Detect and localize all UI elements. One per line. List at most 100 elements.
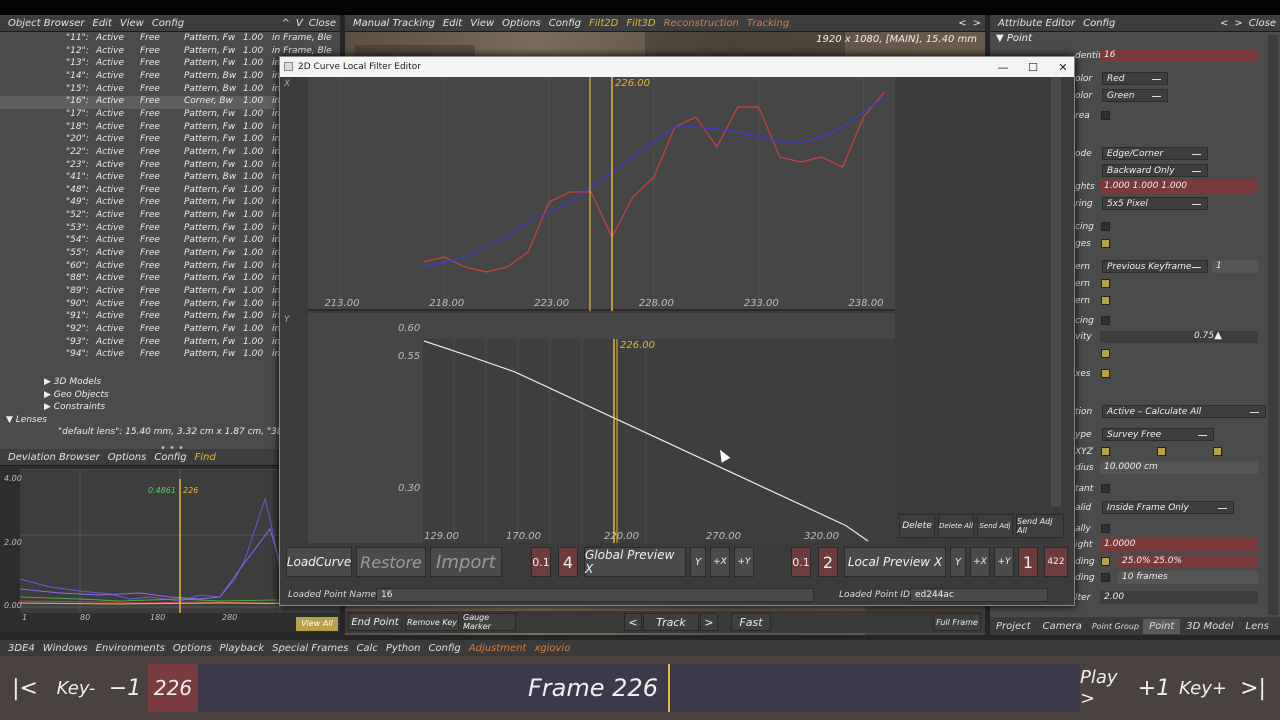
prev-arrow[interactable]: < [958, 18, 966, 29]
menu-config[interactable]: Config [429, 643, 461, 654]
section-point[interactable]: ▼ Point [996, 33, 1032, 44]
delete-all-button[interactable]: Delete All [938, 514, 974, 538]
key-prev-button[interactable]: Key- [50, 664, 102, 712]
close-button[interactable]: Close [1249, 18, 1276, 29]
tree-3d-models[interactable]: ▶ 3D Models [44, 377, 101, 387]
local-number[interactable]: 2 [818, 547, 838, 577]
global-y-button[interactable]: Y [690, 547, 706, 577]
identifier-field[interactable]: 16 [1100, 49, 1258, 62]
maximize-icon[interactable]: ☐ [1018, 57, 1048, 77]
survey-dropdown[interactable]: Survey Free [1102, 428, 1214, 441]
cing-checkbox[interactable] [1101, 222, 1110, 231]
next-arrow[interactable]: > [1234, 18, 1242, 29]
gauge-marker-button[interactable]: Gauge Marker [462, 613, 516, 631]
menu-python[interactable]: Python [386, 643, 421, 654]
local-plus-y-button[interactable]: +Y [994, 547, 1014, 577]
menu-view[interactable]: View [120, 18, 144, 29]
ern-checkbox[interactable] [1101, 279, 1110, 288]
play-button[interactable]: Play > [1080, 664, 1130, 712]
area-checkbox[interactable] [1101, 111, 1110, 120]
radius-field[interactable]: 10.0000 cm [1100, 461, 1258, 474]
menu-tracking[interactable]: Tracking [747, 18, 789, 29]
menu-config[interactable]: Config [549, 18, 581, 29]
local-one-button[interactable]: 1 [1018, 547, 1038, 577]
menu-options[interactable]: Options [502, 18, 541, 29]
dialog-scrollbar[interactable] [1051, 77, 1061, 507]
loaded-point-name-field[interactable]: 16 [376, 588, 814, 602]
fast-button[interactable]: Fast [731, 613, 771, 631]
xyz-checkbox[interactable] [1213, 447, 1222, 456]
local-preview-x-button[interactable]: Local Preview X [844, 547, 946, 577]
end-point-button[interactable]: End Point [348, 613, 402, 631]
minus-one-button[interactable]: −1 [102, 664, 148, 712]
menu-options[interactable]: Options [173, 643, 212, 654]
menu-3de4[interactable]: 3DE4 [8, 643, 35, 654]
local-y-button[interactable]: Y [950, 547, 966, 577]
load-curve-button[interactable]: LoadCurve [286, 547, 352, 577]
global-plus-x-button[interactable]: +X [710, 547, 730, 577]
key-next-button[interactable]: Key+ [1178, 664, 1228, 712]
weight-field[interactable]: 1.0000 [1100, 538, 1258, 551]
menu-windows[interactable]: Windows [43, 643, 88, 654]
ally-checkbox[interactable] [1101, 524, 1110, 533]
track-back-button[interactable]: < [624, 613, 642, 631]
menu-xgiovio[interactable]: xgiovio [534, 643, 570, 654]
first-frame-button[interactable]: |< [0, 664, 50, 712]
remove-key-button[interactable]: Remove Key [405, 613, 459, 631]
local-step[interactable]: 0.1 [791, 547, 811, 577]
menu-edit[interactable]: Edit [93, 18, 112, 29]
tree-lenses[interactable]: ▼ Lenses [6, 415, 47, 425]
menu-playback[interactable]: Playback [220, 643, 265, 654]
valid-dropdown[interactable]: Inside Frame Only [1102, 501, 1234, 514]
pattern-number[interactable]: 1 [1212, 260, 1258, 273]
dialog-title-bar[interactable]: 2D Curve Local Filter Editor — ☐ ✕ [280, 57, 1074, 77]
color1-dropdown[interactable]: Red [1102, 72, 1168, 85]
loaded-point-id-field[interactable]: ed244ac [910, 588, 1048, 602]
local-422-button[interactable]: 422 [1044, 547, 1068, 577]
xes-checkbox[interactable] [1101, 369, 1110, 378]
ding-checkbox[interactable] [1101, 557, 1110, 566]
point-row[interactable]: "11": Active Free Pattern, Fw 1.00 in Frame, … [0, 33, 340, 46]
tab-point-group[interactable]: Point Group [1092, 622, 1139, 631]
frames-field[interactable]: 10 frames [1118, 571, 1258, 584]
next-arrow[interactable]: > [973, 18, 981, 29]
full-frame-button[interactable]: Full Frame [933, 613, 981, 631]
view-all-button[interactable]: View All [296, 617, 338, 631]
ern-checkbox[interactable] [1101, 296, 1110, 305]
color2-dropdown[interactable]: Green [1102, 89, 1168, 102]
minimize-icon[interactable]: — [988, 57, 1018, 77]
prev-arrow[interactable]: < [1220, 18, 1228, 29]
cing-checkbox[interactable] [1101, 316, 1110, 325]
menu-edit[interactable]: Edit [443, 18, 462, 29]
menu-manual-tracking[interactable]: Manual Tracking [353, 18, 435, 29]
menu-view[interactable]: View [470, 18, 494, 29]
last-frame-button[interactable]: >| [1228, 664, 1278, 712]
tab-lens[interactable]: Lens [1246, 621, 1269, 632]
local-plus-x-button[interactable]: +X [970, 547, 990, 577]
global-preview-x-button[interactable]: Global Preview X [584, 547, 686, 577]
menu-config[interactable]: Config [154, 452, 186, 463]
tant-checkbox[interactable] [1101, 484, 1110, 493]
close-button[interactable]: Close [309, 18, 336, 29]
close-icon[interactable]: ✕ [1048, 57, 1078, 77]
global-step[interactable]: 0.1 [531, 547, 551, 577]
tree-geo-objects[interactable]: ▶ Geo Objects [44, 390, 109, 400]
menu-config[interactable]: Config [152, 18, 184, 29]
menu-adjustment[interactable]: Adjustment [469, 643, 527, 654]
ring-dropdown[interactable]: 5x5 Pixel [1102, 197, 1208, 210]
menu-find[interactable]: Find [195, 452, 216, 463]
weights-field[interactable]: 1.000 1.000 1.000 [1100, 180, 1258, 193]
ges-checkbox[interactable] [1101, 239, 1110, 248]
menu-deviation-browser[interactable]: Deviation Browser [8, 452, 100, 463]
calc-dropdown[interactable]: Active – Calculate All [1102, 405, 1266, 418]
global-plus-y-button[interactable]: +Y [734, 547, 754, 577]
ding-field[interactable]: 25.0% 25.0% [1118, 555, 1258, 568]
slider-handle-icon[interactable]: ▲ [1214, 330, 1222, 341]
send-adj-all-button[interactable]: Send Adj All [1016, 514, 1064, 538]
filter-field[interactable]: 2.00 [1100, 591, 1258, 604]
global-number[interactable]: 4 [558, 547, 578, 577]
restore-button[interactable]: Restore [356, 547, 426, 577]
import-button[interactable]: Import [430, 547, 502, 577]
menu-options[interactable]: Options [108, 452, 147, 463]
send-adj-button[interactable]: Send Adj [977, 514, 1013, 538]
